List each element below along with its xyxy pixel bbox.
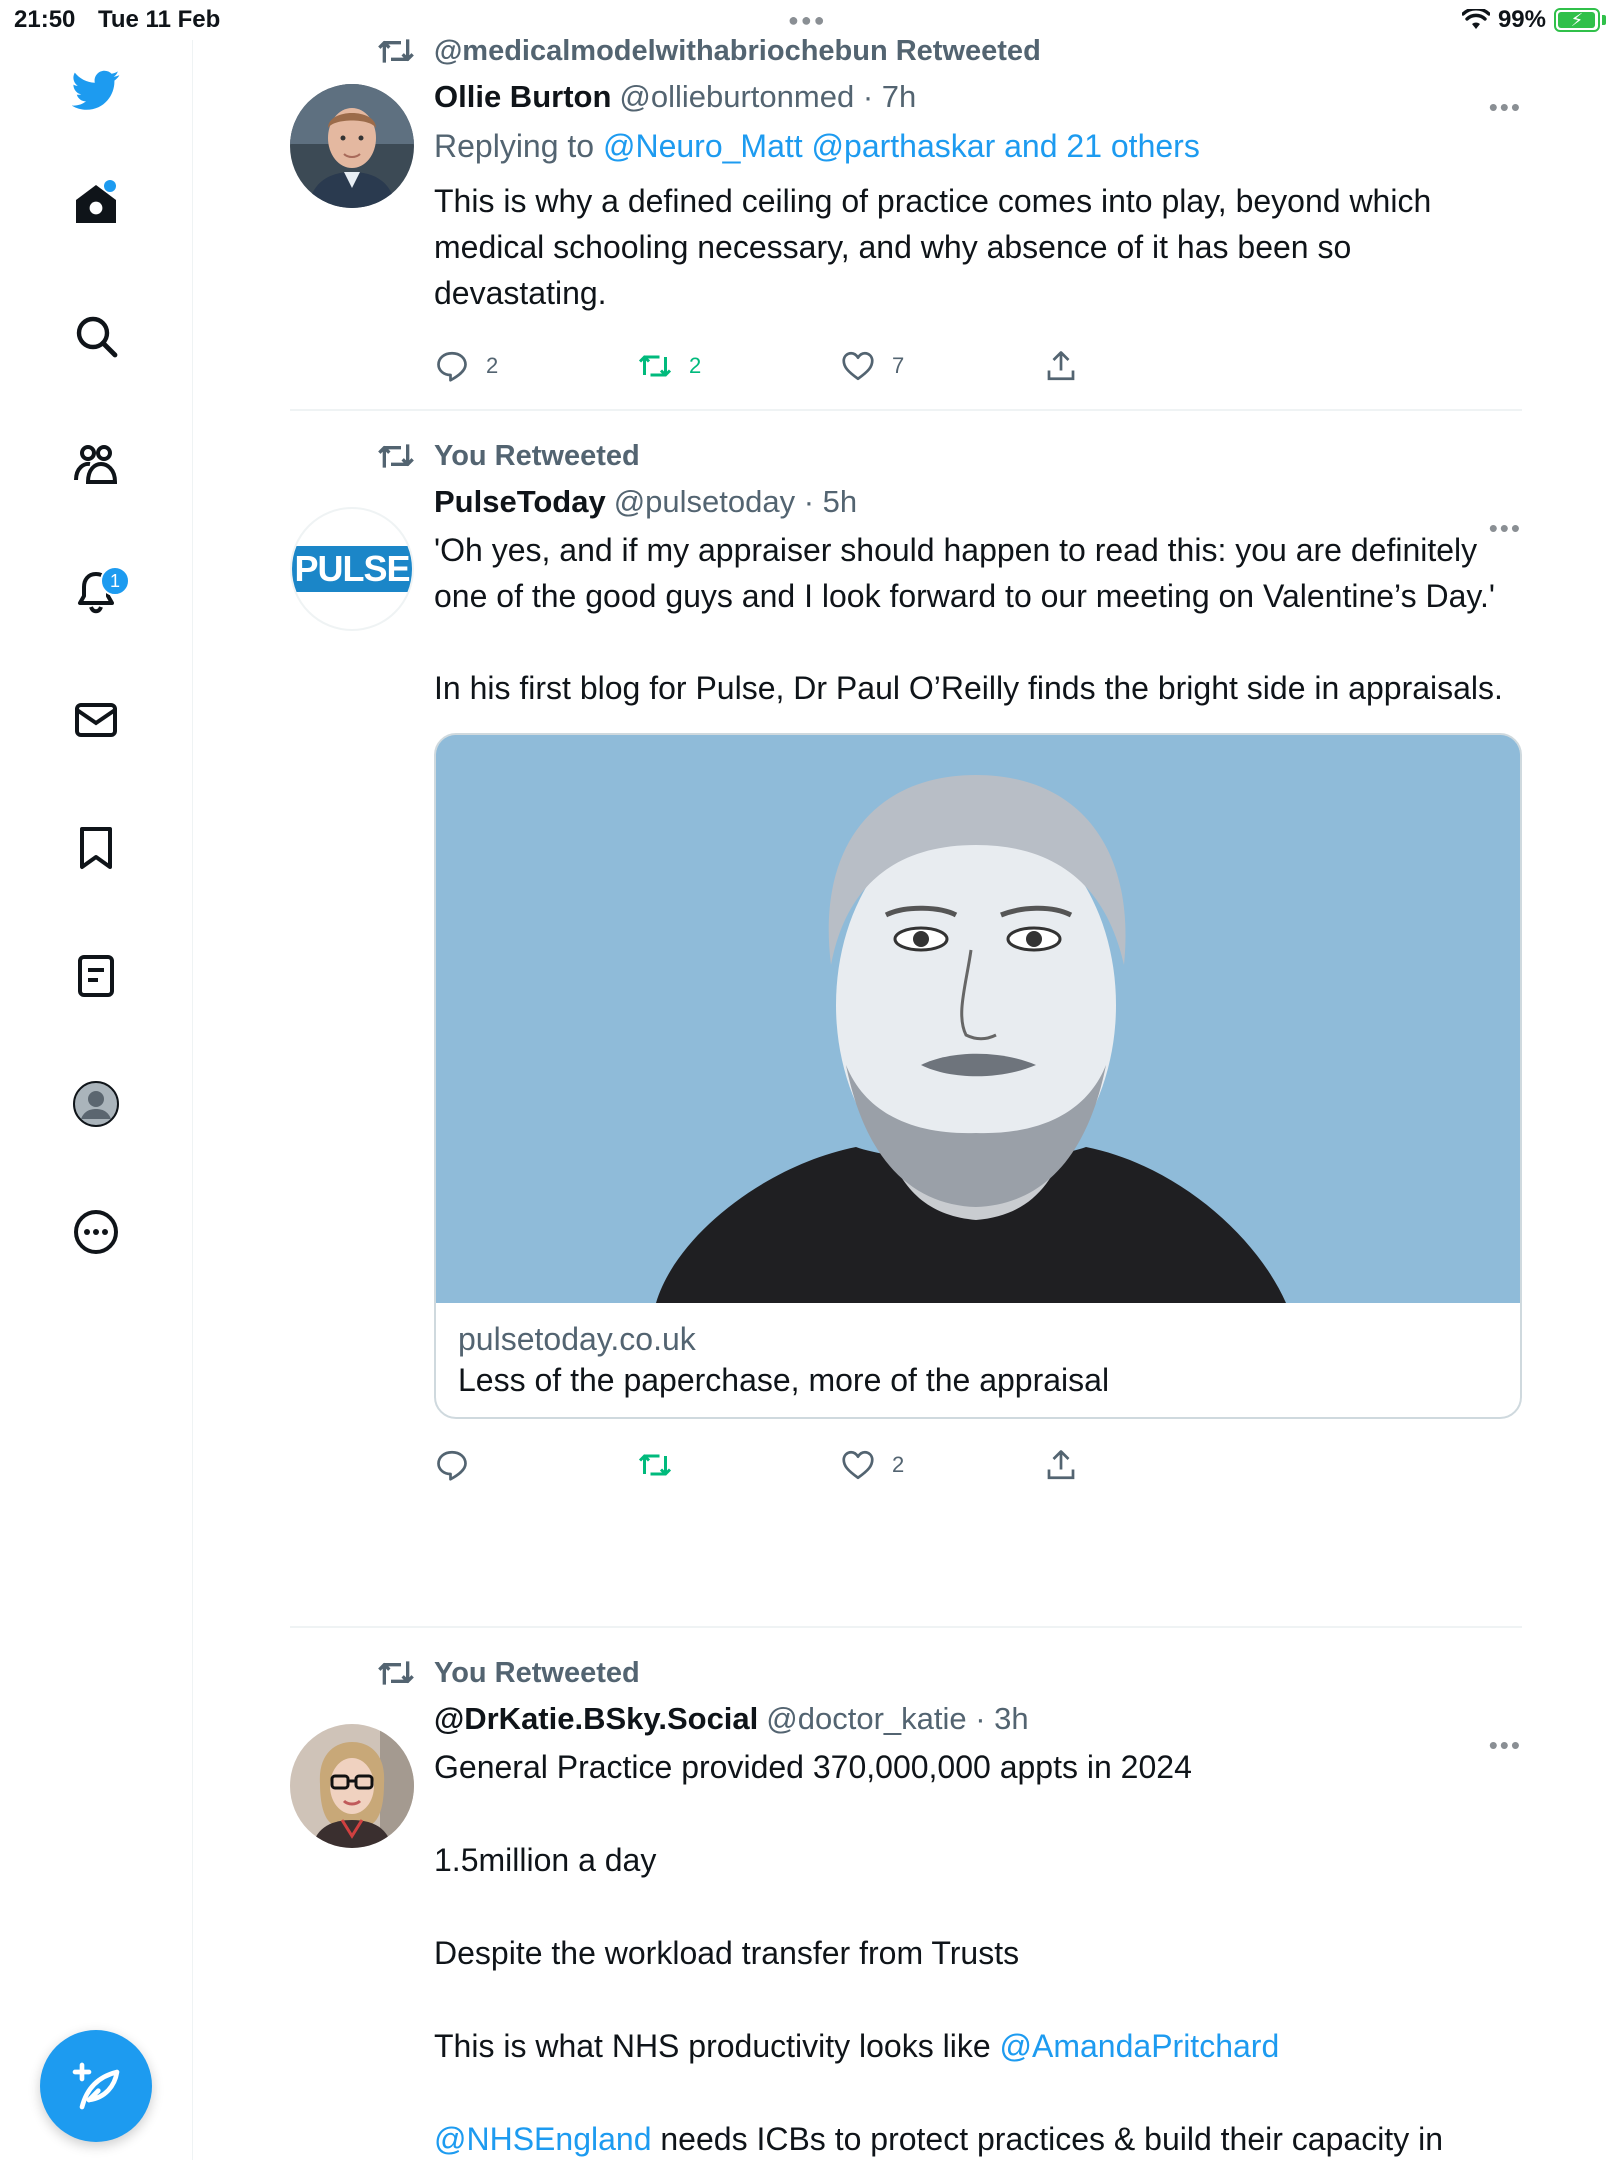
tweet-header: PulseToday @pulsetoday · 5h ••• [434,477,1522,543]
link-card[interactable]: pulsetoday.co.uk Less of the paperchase,… [434,733,1522,1419]
compose-feather-icon [72,2062,120,2110]
retweet-count: 2 [689,353,702,378]
pulse-logo: PULSE [292,546,412,592]
tweet-more-icon[interactable]: ••• [1482,513,1522,543]
status-date: Tue 11 Feb [98,6,221,33]
notifications-icon[interactable]: 1 [68,564,130,620]
home-icon[interactable] [68,176,124,232]
link-card-domain: pulsetoday.co.uk [458,1321,696,1357]
reply-button[interactable] [434,1447,637,1483]
bookmarks-icon[interactable] [68,820,124,876]
author-handle-time[interactable]: @ollieburtonmed · 7h [619,79,916,115]
link-card-image [436,735,1520,1303]
avatar[interactable] [290,84,414,208]
reply-icon [437,351,467,382]
like-button[interactable]: 2 [840,1447,1043,1483]
retweet-context-icon [378,39,414,63]
mention-link[interactable]: @AmandaPritchard [1000,2028,1280,2064]
share-button[interactable] [1043,348,1246,384]
lists-icon[interactable] [68,948,124,1004]
link-card-title: Less of the paperchase, more of the appr… [458,1362,1110,1398]
author-name[interactable]: Ollie Burton [434,79,611,115]
multitasking-dots-icon[interactable]: ●●● [788,10,827,31]
compose-tweet-button[interactable] [40,2030,152,2142]
tweet-actions: 2 [434,1425,1522,1505]
reply-button[interactable]: 2 [434,348,637,384]
tweet-header: Ollie Burton @ollieburtonmed · 7h ••• [434,72,1522,122]
retweet-context-label[interactable]: You Retweeted [434,440,640,473]
share-icon [1047,1450,1075,1480]
share-button[interactable] [1043,1447,1246,1483]
wifi-icon [1461,9,1490,29]
author-handle-time[interactable]: @doctor_katie · 3h [766,1701,1028,1737]
heart-icon [842,351,874,381]
tweet-text: 'Oh yes, and if my appraiser should happ… [434,532,1503,706]
sidebar: 1 [0,40,193,2160]
like-count: 7 [892,353,905,378]
author-name[interactable]: @DrKatie.BSky.Social [434,1701,758,1737]
twitter-logo-icon[interactable] [68,62,124,118]
replying-to-mentions[interactable]: @Neuro_Matt @parthaskar and 21 others [603,128,1200,164]
mention-link[interactable]: @NHSEngland [434,2121,651,2157]
tweet-text: General Practice provided 370,000,000 ap… [434,1744,1522,2160]
search-icon[interactable] [68,308,124,364]
retweet-button[interactable] [637,1447,840,1483]
tweet[interactable]: You Retweeted PULSE PulseToday @pulsetod… [290,435,1522,1628]
retweet-context-icon [378,444,414,468]
tweet-text: This is why a defined ceiling of practic… [434,183,1441,311]
reply-icon [437,1450,467,1481]
tweet[interactable]: @medicalmodelwithabriochebun Retweeted O… [290,30,1522,411]
retweet-context: You Retweeted [290,435,1522,477]
retweet-context-icon [378,1661,414,1685]
avatar[interactable] [290,1724,414,1848]
home-unread-dot [104,180,116,192]
retweet-context-label[interactable]: @medicalmodelwithabriochebun Retweeted [434,35,1041,68]
retweet-button[interactable]: 2 [637,348,840,384]
heart-icon [842,1450,874,1480]
status-time: 21:50 [14,6,76,33]
tweet-header: @DrKatie.BSky.Social @doctor_katie · 3h … [434,1694,1522,1760]
reply-count: 2 [486,353,499,378]
author-name[interactable]: PulseToday [434,484,606,520]
retweet-context-label[interactable]: You Retweeted [434,1657,640,1690]
battery-icon: ⚡ [1554,8,1600,32]
replying-to: Replying to @Neuro_Matt @parthaskar and … [434,122,1522,170]
share-icon [1047,351,1075,381]
retweet-context: You Retweeted [290,1652,1522,1694]
timeline: @medicalmodelwithabriochebun Retweeted O… [290,30,1522,2160]
profile-icon[interactable] [68,1076,124,1132]
notifications-badge: 1 [100,566,130,596]
tweet-more-icon[interactable]: ••• [1482,92,1522,122]
avatar[interactable]: PULSE [290,507,414,631]
author-handle-time[interactable]: @pulsetoday · 5h [614,484,857,520]
tweet-text-part: General Practice provided 370,000,000 ap… [434,1749,1192,2064]
retweet-icon [638,355,672,377]
more-options-icon[interactable] [68,1204,124,1260]
like-button[interactable]: 7 [840,348,1043,384]
tweet-more-icon[interactable]: ••• [1482,1730,1522,1760]
replying-to-prefix: Replying to [434,128,603,164]
retweet-context: @medicalmodelwithabriochebun Retweeted [290,30,1522,72]
tweet[interactable]: You Retweeted @DrKatie.BSky.Social @doct… [290,1652,1522,2160]
like-count: 2 [892,1452,905,1477]
tweet-actions: 2 2 7 [434,316,1522,416]
communities-icon[interactable] [68,436,124,492]
retweet-icon [638,1454,672,1476]
messages-icon[interactable] [68,692,124,748]
